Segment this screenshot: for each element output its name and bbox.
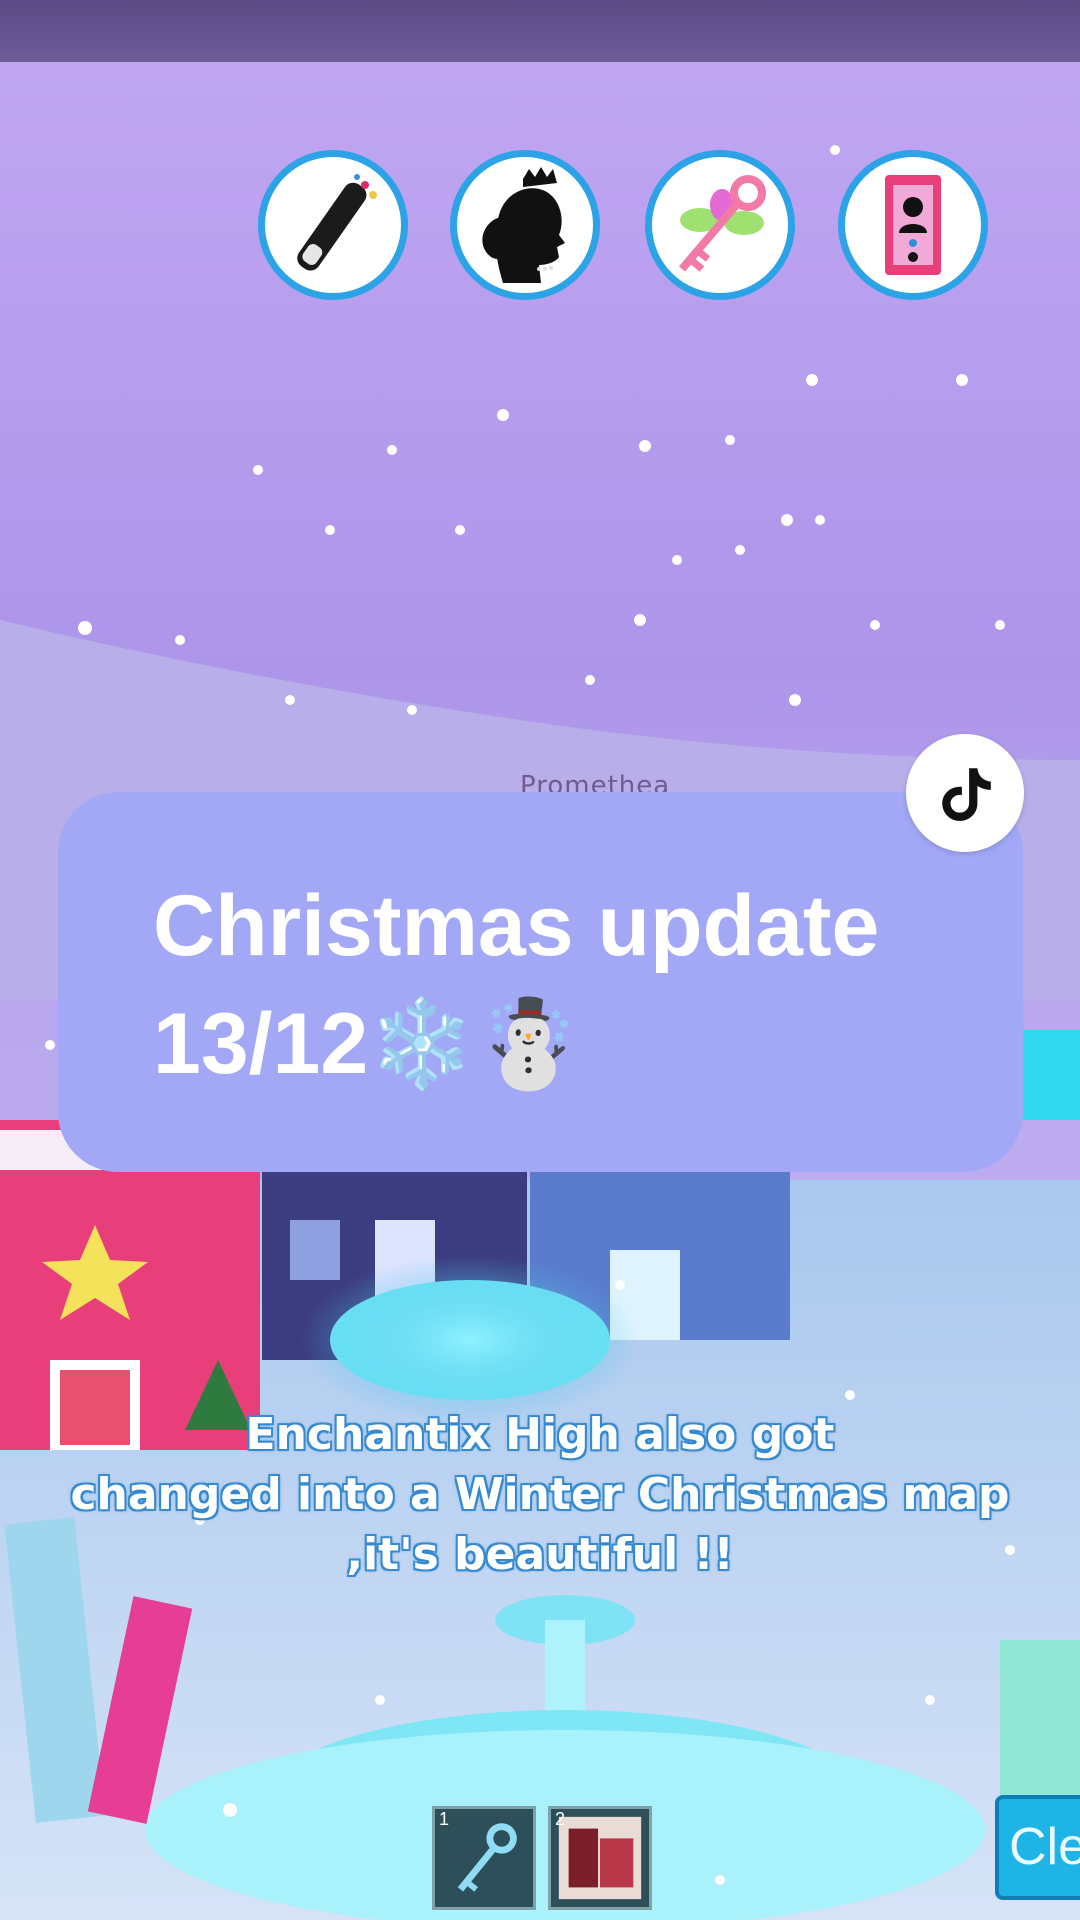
phone-button[interactable] [838, 150, 988, 300]
title-line-2: 13/12❄️☃️ [153, 996, 583, 1092]
caption-line-2: changed into a Winter Christmas map [70, 1469, 1010, 1520]
wand-button[interactable] [258, 150, 408, 300]
phone-icon [885, 175, 941, 275]
slot-number: 1 [439, 1809, 450, 1829]
top-bar [0, 0, 1080, 62]
avatar-button[interactable] [450, 150, 600, 300]
photo-icon [558, 1816, 642, 1900]
video-caption: Enchantix High also got changed into a W… [40, 1405, 1040, 1585]
wand-icon [297, 174, 377, 271]
caption-line-1: Enchantix High also got [245, 1409, 835, 1460]
tiktok-logo[interactable] [906, 734, 1024, 852]
card-title: Christmas update 13/12❄️☃️ [153, 867, 973, 1103]
fairy-key-icon [678, 175, 766, 272]
key-icon [457, 1823, 517, 1892]
slot-number: 2 [555, 1809, 566, 1829]
tiktok-note-icon [942, 768, 991, 821]
hotbar-slot-2[interactable]: 2 [548, 1806, 652, 1910]
title-card: Christmas update 13/12❄️☃️ [58, 792, 1023, 1172]
princess-avatar-icon [482, 167, 565, 283]
title-line-1: Christmas update [153, 878, 880, 974]
clear-button-label: Cle [1009, 1818, 1080, 1876]
hotbar-slot-1[interactable]: 1 [432, 1806, 536, 1910]
fairy-key-button[interactable] [645, 150, 795, 300]
caption-line-3: ,it's beautiful !! [346, 1529, 734, 1580]
clear-button[interactable]: Cle [995, 1795, 1080, 1900]
